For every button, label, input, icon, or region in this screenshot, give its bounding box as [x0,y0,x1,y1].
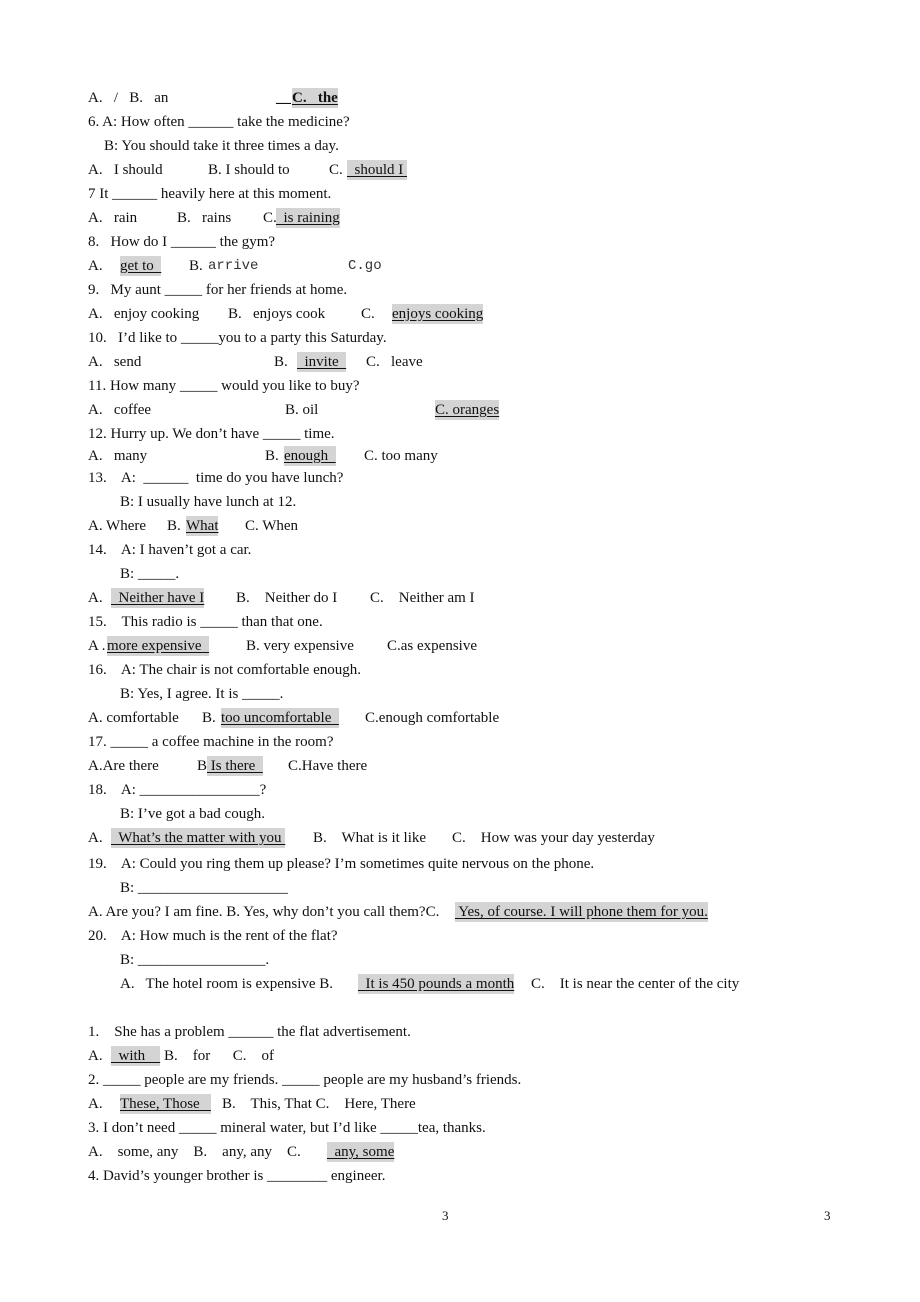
highlighted-correct-answer: enough [284,446,336,466]
question-stem: 6. A: How often ______ take the medicine… [88,114,350,130]
dialogue-reply: B: ____________________ [120,880,288,896]
answer-option: C. [329,162,343,178]
answer-option: A. [88,1096,103,1112]
question-stem: 15. This radio is _____ than that one. [88,614,323,630]
question-stem: 16. A: The chair is not comfortable enou… [88,662,361,678]
highlighted-correct-answer: with [111,1046,161,1066]
answer-option: B. [274,354,288,370]
dialogue-reply: B: Yes, I agree. It is _____. [120,686,284,702]
answer-blank: __ [276,90,291,106]
answer-option: A. / B. an [88,90,169,106]
answer-option: C.as expensive [387,638,477,654]
answer-option: A. enjoy cooking [88,306,200,322]
highlighted-correct-answer: What’s the matter with you [111,828,286,848]
question-stem: 4. David’s younger brother is ________ e… [88,1168,386,1184]
answer-option: B. Neither do I [236,590,338,606]
answer-option: A. many [88,448,148,464]
dialogue-reply: B: I’ve got a bad cough. [120,806,265,822]
question-stem: 9. My aunt _____ for her friends at home… [88,282,348,298]
question-stem: 14. A: I haven’t got a car. [88,542,252,558]
answer-option: C. It is near the center of the city [531,976,740,992]
answer-option: C.enough comfortable [365,710,500,726]
question-stem: 8. How do I ______ the gym? [88,234,276,250]
answer-option: C. leave [366,354,423,370]
question-stem: 12. Hurry up. We don’t have _____ time. [88,426,335,442]
question-stem: 11. How many _____ would you like to buy… [88,378,360,394]
highlighted-correct-answer: too uncomfortable [221,708,339,728]
question-stem: 7 It ______ heavily here at this moment. [88,186,332,202]
answer-option: A . [88,638,106,654]
question-stem: 13. A: ______ time do you have lunch? [88,470,344,486]
answer-option: A. comfortable [88,710,179,726]
highlighted-correct-answer: It is 450 pounds a month [358,974,515,994]
answer-option: A. [88,1048,103,1064]
answer-option: C. Neither am I [370,590,475,606]
highlighted-correct-answer: enjoys cooking [392,304,484,324]
highlighted-correct-answer: get to [120,256,162,276]
answer-option: B. [202,710,216,726]
answer-option: B. very expensive [246,638,354,654]
page-number-center: 3 [442,1208,449,1223]
answer-option: B. enjoys cook [228,306,326,322]
question-stem: 10. I’d like to _____you to a party this… [88,330,387,346]
answer-option: B. oil [285,402,319,418]
answer-option: A. [88,590,103,606]
answer-option: A. send [88,354,142,370]
highlighted-correct-answer: any, some [327,1142,395,1162]
question-stem: 3. I don’t need _____ mineral water, but… [88,1120,486,1136]
answer-option: B. rains [177,210,232,226]
answer-option: A.Are there [88,758,159,774]
dialogue-reply: B: _________________. [120,952,270,968]
highlighted-correct-answer: is raining [276,208,340,228]
highlighted-correct-answer: Yes, of course. I will phone them for yo… [455,902,708,922]
answer-option: A. Are you? I am fine. B. Yes, why don’t… [88,904,440,920]
answer-option: A. some, any B. any, any C. [88,1144,301,1160]
highlighted-correct-answer: C. oranges [435,400,500,420]
highlighted-correct-answer: more expensive [107,636,210,656]
answer-option: B. [265,448,279,464]
answer-option: A. The hotel room is expensive B. [120,976,334,992]
dialogue-reply: B: I usually have lunch at 12. [120,494,297,510]
answer-option: B. This, That C. Here, There [222,1096,416,1112]
highlighted-correct-answer: C. the [292,88,338,108]
dialogue-reply: B: You should take it three times a day. [104,138,339,154]
answer-option: A. [88,830,103,846]
highlighted-correct-answer: should I [347,160,407,180]
answer-option: C. When [245,518,299,534]
answer-option: A. coffee [88,402,152,418]
answer-option: C. [263,210,277,226]
highlighted-correct-answer: What [186,516,219,536]
question-stem: 19. A: Could you ring them up please? I’… [88,856,595,872]
answer-option: B. for C. of [164,1048,274,1064]
answer-option: C.Have there [288,758,368,774]
highlighted-correct-answer: Is there [207,756,263,776]
question-stem: 20. A: How much is the rent of the flat? [88,928,338,944]
question-stem: 17. _____ a coffee machine in the room? [88,734,334,750]
highlighted-correct-answer: Neither have I [111,588,205,608]
answer-option: C. How was your day yesterday [452,830,655,846]
answer-option: C. [361,306,375,322]
highlighted-correct-answer: invite [297,352,347,372]
highlighted-correct-answer: These, Those [120,1094,211,1114]
question-stem: 18. A: ________________? [88,782,267,798]
answer-option: A. rain [88,210,138,226]
answer-option: B. [189,258,203,274]
answer-option: B. I should to [208,162,290,178]
answer-option: A. Where [88,518,147,534]
answer-option: B. [167,518,181,534]
answer-option: A. [88,258,103,274]
answer-option: C. too many [364,448,438,464]
dialogue-reply: B: _____. [120,566,180,582]
answer-option: arrive [208,258,259,274]
answer-option: B. What is it like [313,830,427,846]
answer-option: C.go [348,258,382,274]
question-stem: 1. She has a problem ______ the flat adv… [88,1024,411,1040]
page-number-right: 3 [824,1208,831,1223]
question-stem: 2. _____ people are my friends. _____ pe… [88,1072,522,1088]
answer-option: A. I should [88,162,163,178]
